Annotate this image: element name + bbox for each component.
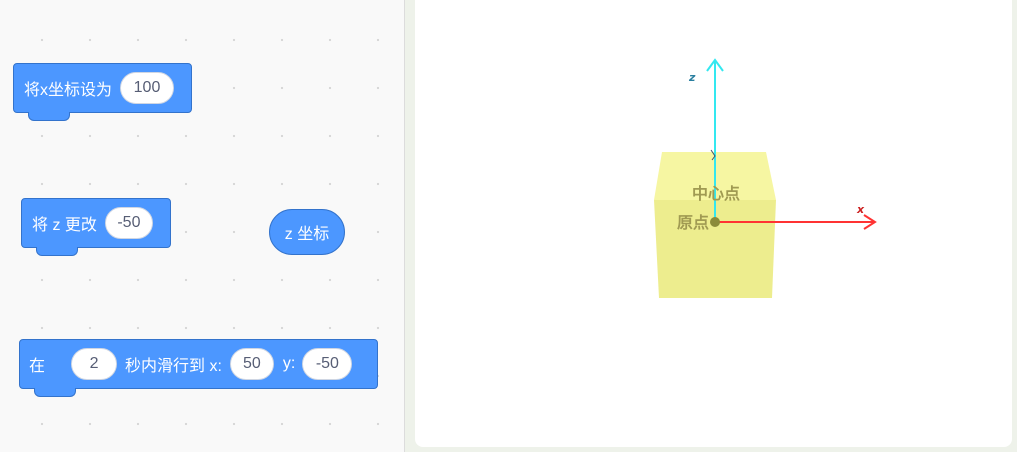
block-notch	[28, 112, 70, 121]
set-x-label: 将x坐标设为	[24, 82, 113, 99]
set-x-value-input[interactable]: 100	[120, 72, 175, 104]
change-z-value-input[interactable]: -50	[104, 207, 153, 239]
glide-y-label: y:	[282, 355, 296, 372]
stage-scene: x z 中心点 原点	[654, 58, 877, 298]
glide-block[interactable]: 在 2 秒内滑行到 x: 50 y: -50	[19, 339, 378, 397]
glide-seconds-input[interactable]: 2	[71, 348, 118, 380]
center-point-label: 中心点	[692, 184, 740, 203]
stage-panel: x z 中心点 原点	[405, 0, 1017, 452]
glide-middle-label: 秒内滑行到 x:	[125, 358, 222, 375]
change-z-label: 将 z 更改	[32, 217, 97, 234]
z-position-label: z 坐标	[284, 226, 330, 243]
origin-label: 原点	[677, 213, 709, 232]
block-notch	[34, 388, 76, 397]
glide-x-input[interactable]: 50	[229, 348, 274, 380]
code-area[interactable]: 将x坐标设为 100 将 z 更改 -50 z 坐标 在 2 秒内滑行到 x: …	[0, 0, 405, 452]
x-axis-label: x	[856, 203, 865, 216]
glide-prefix-label: 在	[29, 358, 46, 375]
glide-y-input[interactable]: -50	[302, 348, 353, 380]
stage-canvas[interactable]: x z 中心点 原点	[415, 0, 1012, 447]
change-z-block[interactable]: 将 z 更改 -50	[21, 198, 171, 256]
z-position-reporter[interactable]: z 坐标	[269, 209, 345, 255]
block-notch	[36, 247, 78, 256]
z-axis-label: z	[688, 71, 696, 84]
set-x-block[interactable]: 将x坐标设为 100	[13, 63, 192, 121]
origin-point	[710, 217, 720, 227]
